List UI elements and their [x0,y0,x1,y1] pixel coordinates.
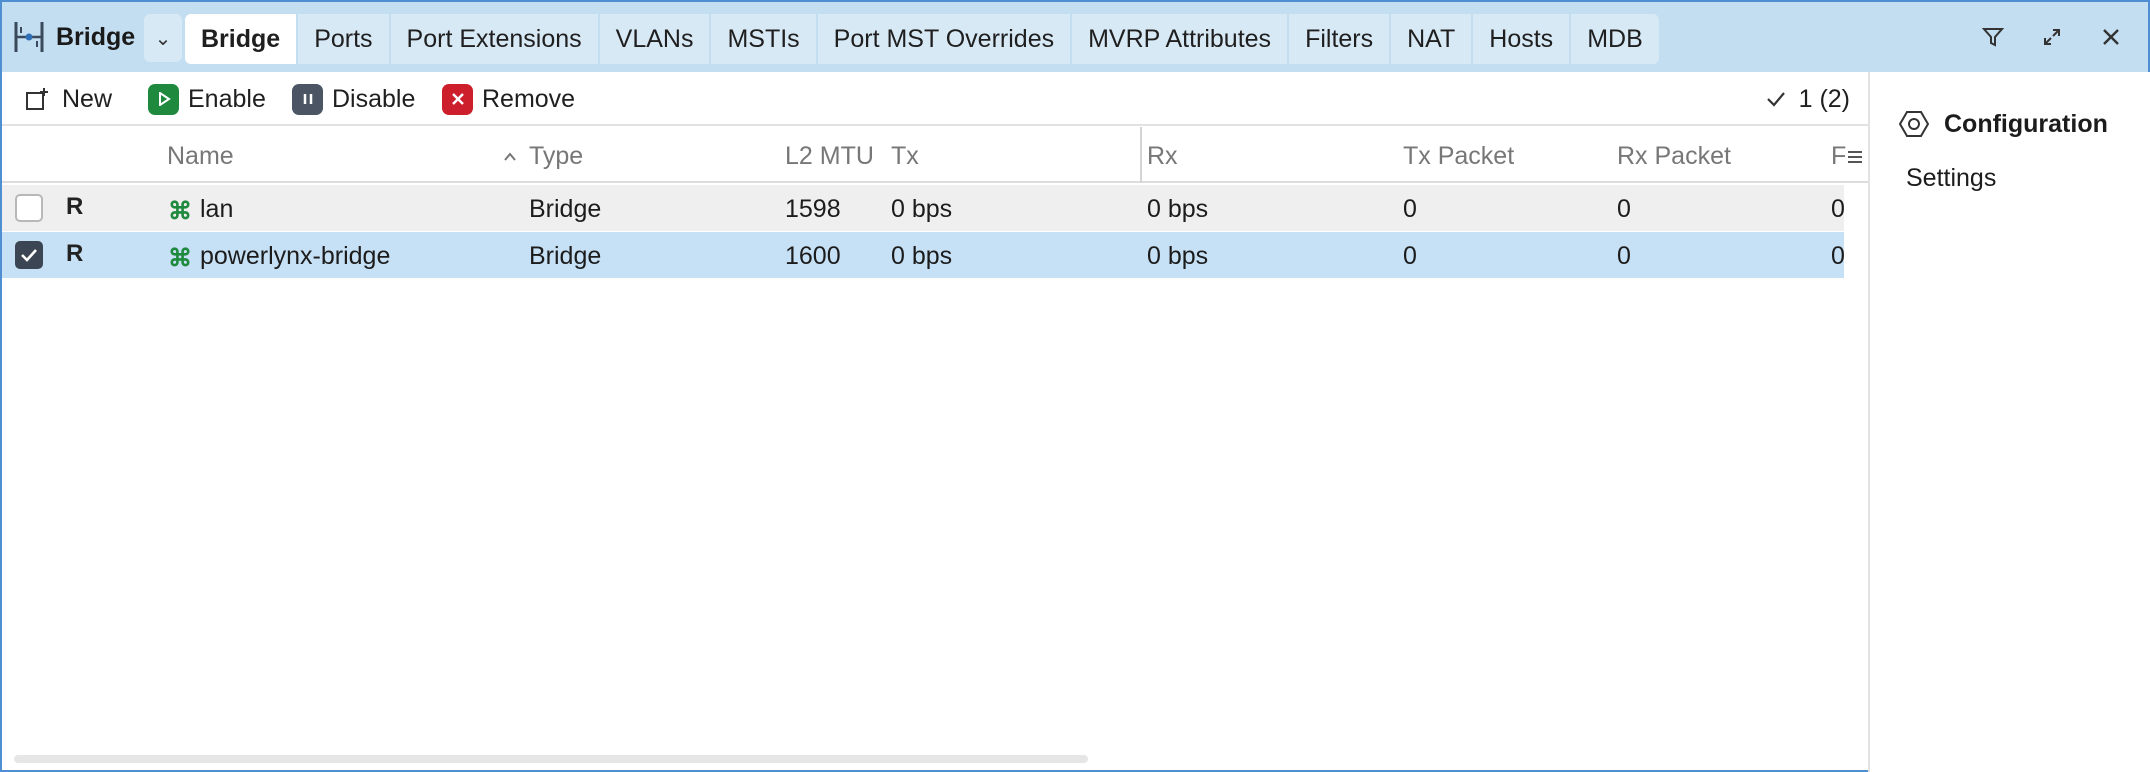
row-checkbox[interactable] [15,194,43,222]
row-flag: R [66,240,84,267]
selection-count: 1 (2) [1765,81,1850,117]
chevron-down-icon[interactable]: ⌄ [144,14,182,62]
remove-button[interactable]: Remove [442,81,575,117]
sort-ascending-icon [504,152,516,161]
side-panel: Configuration Settings [1868,72,2150,772]
tab-port-extensions[interactable]: Port Extensions [391,14,600,64]
bridge-icon [14,22,44,52]
column-menu-icon[interactable] [1847,149,1863,165]
title-bar: Bridge ⌄ Bridge Ports Port Extensions VL… [2,2,2148,72]
table-header: Name Type L2 MTU Tx Rx Tx Packet Rx Pack… [2,127,1868,183]
cell-rx-packet: 0 [1617,195,1631,223]
bridge-port-icon: ⌘ [168,198,192,225]
disable-button[interactable]: Disable [292,81,415,117]
remove-label: Remove [482,84,576,113]
cell-tx-packet: 0 [1403,195,1417,223]
close-icon[interactable] [2094,20,2128,54]
count-label: 1 (2) [1798,84,1850,113]
column-header-rx-packet[interactable]: Rx Packet [1617,142,1731,171]
tab-mdb[interactable]: MDB [1571,14,1659,64]
new-button[interactable]: New [24,81,112,117]
checkmark-icon [21,249,37,262]
tab-ports[interactable]: Ports [298,14,391,64]
column-header-rx[interactable]: Rx [1147,142,1178,171]
disable-label: Disable [332,84,416,113]
settings-link[interactable]: Settings [1906,164,1996,193]
tab-filters[interactable]: Filters [1289,14,1392,64]
cell-name: lan [200,195,234,223]
app-header: Bridge [2,2,142,72]
enable-button[interactable]: Enable [148,81,266,117]
row-checkbox[interactable] [15,241,43,269]
cell-rx: 0 bps [1147,195,1209,223]
column-header-more[interactable]: F [1831,142,1846,171]
cell-tx-packet: 0 [1403,242,1417,270]
cell-tx: 0 bps [891,195,953,223]
filter-icon[interactable] [1976,20,2010,54]
play-icon [148,83,179,115]
app-title: Bridge [56,23,136,51]
cell-name: powerlynx-bridge [200,242,391,270]
enable-label: Enable [188,84,266,113]
tab-port-mst-overrides[interactable]: Port MST Overrides [818,14,1073,64]
cell-more: 0 [1831,195,1845,223]
tab-mvrp-attributes[interactable]: MVRP Attributes [1072,14,1290,64]
pause-icon [292,83,323,115]
horizontal-scrollbar[interactable] [14,755,1088,763]
table-row[interactable]: R ⌘ powerlynx-bridge Bridge 1600 0 bps 0… [2,232,1845,278]
configuration-heading[interactable]: Configuration [1898,108,2108,140]
cell-tx: 0 bps [891,242,953,270]
tab-hosts[interactable]: Hosts [1473,14,1572,64]
column-header-type[interactable]: Type [529,142,583,171]
tab-mstis[interactable]: MSTIs [711,14,818,64]
row-flag: R [66,193,84,220]
bridge-window: Bridge ⌄ Bridge Ports Port Extensions VL… [0,0,2150,772]
column-header-l2mtu[interactable]: L2 MTU [785,142,874,171]
column-header-tx[interactable]: Tx [891,142,919,171]
tab-vlans[interactable]: VLANs [600,14,712,64]
maximize-icon[interactable] [2035,20,2069,54]
tab-bridge[interactable]: Bridge [185,14,299,64]
configuration-label: Configuration [1944,109,2108,138]
tab-nat[interactable]: NAT [1391,14,1474,64]
cell-more: 0 [1831,242,1845,270]
check-icon [1766,92,1785,107]
cell-type: Bridge [529,195,602,223]
cell-l2mtu: 1600 [785,242,841,270]
cell-type: Bridge [529,242,602,270]
cell-rx-packet: 0 [1617,242,1631,270]
remove-icon [442,83,473,115]
tab-bar: Bridge Ports Port Extensions VLANs MSTIs… [185,14,1659,64]
new-label: New [62,84,113,113]
column-resize-handle[interactable] [1140,127,1142,183]
hexagon-icon [1898,111,1930,137]
bridge-table: Name Type L2 MTU Tx Rx Tx Packet Rx Pack… [2,127,1868,772]
column-header-name[interactable]: Name [167,142,234,171]
table-row[interactable]: R ⌘ lan Bridge 1598 0 bps 0 bps 0 0 0 [2,185,1845,231]
cell-l2mtu: 1598 [785,195,841,223]
toolbar: New Enable Disable Remove 1 (2) [2,72,1868,126]
new-icon [26,88,48,110]
cell-rx: 0 bps [1147,242,1209,270]
bridge-port-icon: ⌘ [168,245,192,272]
column-header-tx-packet[interactable]: Tx Packet [1403,142,1514,171]
